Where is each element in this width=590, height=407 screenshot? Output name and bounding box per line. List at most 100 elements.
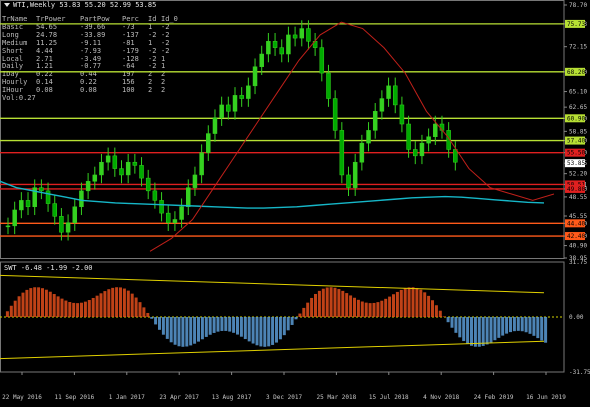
candle-body (292, 34, 298, 39)
indicator-histogram-bar (532, 317, 536, 336)
candle-body (386, 85, 391, 99)
indicator-histogram-bar (267, 317, 271, 347)
candle-body (179, 206, 184, 220)
candle-body (239, 95, 244, 99)
indicator-histogram-bar (310, 297, 314, 317)
indicator-histogram-bar (185, 317, 189, 347)
candle-body (192, 174, 198, 188)
indicator-histogram-bar (25, 289, 29, 317)
indicator-histogram-bar (146, 312, 150, 317)
indicator-histogram-bar (177, 317, 181, 347)
indicator-histogram-bar (446, 317, 450, 323)
indicator-histogram-bar (13, 300, 17, 317)
candle-body (453, 149, 458, 163)
indicator-histogram-bar (56, 296, 60, 317)
candle-body (12, 209, 17, 227)
indicator-histogram-bar (376, 302, 380, 317)
x-tick-label: 25 Mar 2018 (317, 394, 357, 401)
candle-body (59, 216, 64, 233)
indicator-histogram-bar (368, 303, 372, 317)
indicator-histogram-bar (399, 289, 403, 317)
candle-body (92, 174, 98, 182)
indicator-histogram-bar (134, 297, 138, 317)
y-tick-label: 48.55 (569, 194, 587, 201)
indicator-histogram-bar (197, 317, 200, 342)
indicator-histogram-bar (200, 317, 204, 340)
indicator-histogram-bar (317, 290, 321, 317)
indicator-histogram-bar (165, 317, 169, 339)
price-tag-label: 57.40 (567, 138, 585, 145)
indicator-histogram-bar (158, 317, 161, 330)
candle-body (186, 187, 191, 208)
candle-body (272, 41, 278, 48)
indicator-histogram-bar (341, 290, 345, 317)
indicator-histogram-bar (540, 317, 544, 341)
indicator-histogram-bar (364, 302, 368, 317)
indicator-histogram-bar (493, 317, 497, 341)
candle-body (399, 104, 405, 125)
indicator-histogram-bar (286, 317, 290, 331)
candle-body (339, 130, 345, 176)
indicator-histogram-bar (95, 295, 99, 317)
y-tick-label: 52.20 (569, 171, 587, 178)
indicator-histogram-bar (528, 317, 532, 334)
indicator-y-label: 31.75 (569, 259, 587, 266)
indicator-histogram-bar (208, 317, 212, 335)
indicator-histogram-bar (337, 289, 341, 317)
indicator-histogram-bar (411, 287, 415, 317)
indicator-histogram-bar (37, 287, 41, 317)
indicator-histogram-bar (516, 317, 520, 331)
candle-body (246, 85, 251, 99)
indicator-histogram-bar (520, 317, 524, 332)
indicator-histogram-bar (302, 307, 306, 317)
indicator-histogram-bar (154, 317, 158, 325)
indicator-histogram-bar (423, 292, 427, 317)
indicator-histogram-bar (345, 293, 349, 317)
candle-body (112, 155, 118, 169)
candle-body (359, 142, 365, 163)
indicator-histogram-bar (395, 291, 399, 317)
candle-body (85, 181, 91, 192)
x-tick-label: 16 Jun 2019 (526, 394, 566, 401)
indicator-histogram-bar (477, 317, 481, 347)
indicator-histogram-bar (130, 293, 134, 317)
indicator-y-label: 0.00 (569, 314, 584, 321)
y-tick-label: 72.15 (569, 44, 587, 51)
indicator-histogram-bar (224, 317, 228, 331)
indicator-histogram-bar (278, 317, 282, 340)
indicator-histogram-bar (161, 317, 165, 335)
indicator-histogram-bar (349, 295, 353, 317)
indicator-histogram-bar (181, 317, 185, 347)
indicator-histogram-bar (33, 287, 37, 317)
indicator-histogram-bar (466, 317, 470, 344)
candle-body (406, 123, 411, 150)
candle-body (252, 66, 258, 87)
indicator-histogram-bar (189, 317, 193, 346)
candle-body (52, 203, 57, 217)
y-tick-label: 78.70 (569, 2, 587, 9)
indicator-histogram-bar (427, 295, 431, 317)
indicator-histogram-bar (119, 287, 122, 317)
indicator-histogram-bar (501, 317, 505, 336)
price-tag-label: 68.20 (567, 69, 585, 76)
candle-body (232, 95, 238, 112)
indicator-histogram-bar (314, 293, 317, 317)
candle-body (199, 152, 204, 176)
x-tick-label: 11 Sep 2016 (55, 394, 95, 401)
indicator-histogram-bar (232, 317, 236, 333)
candle-body (352, 161, 358, 188)
candle-body (139, 165, 144, 179)
candle-body (206, 133, 211, 153)
indicator-histogram-bar (356, 299, 360, 317)
candle-body (72, 206, 78, 223)
indicator-histogram-bar (431, 300, 434, 317)
indicator-histogram-bar (380, 300, 384, 317)
indicator-histogram-bar (5, 311, 9, 317)
indicator-histogram-bar (392, 294, 395, 317)
price-tag-label: 42.40 (567, 233, 585, 240)
indicator-histogram-bar (442, 316, 446, 317)
candle-body (372, 111, 378, 131)
indicator-histogram-bar (290, 317, 294, 325)
indicator-histogram-bar (111, 287, 115, 317)
indicator-histogram-bar (544, 317, 548, 343)
